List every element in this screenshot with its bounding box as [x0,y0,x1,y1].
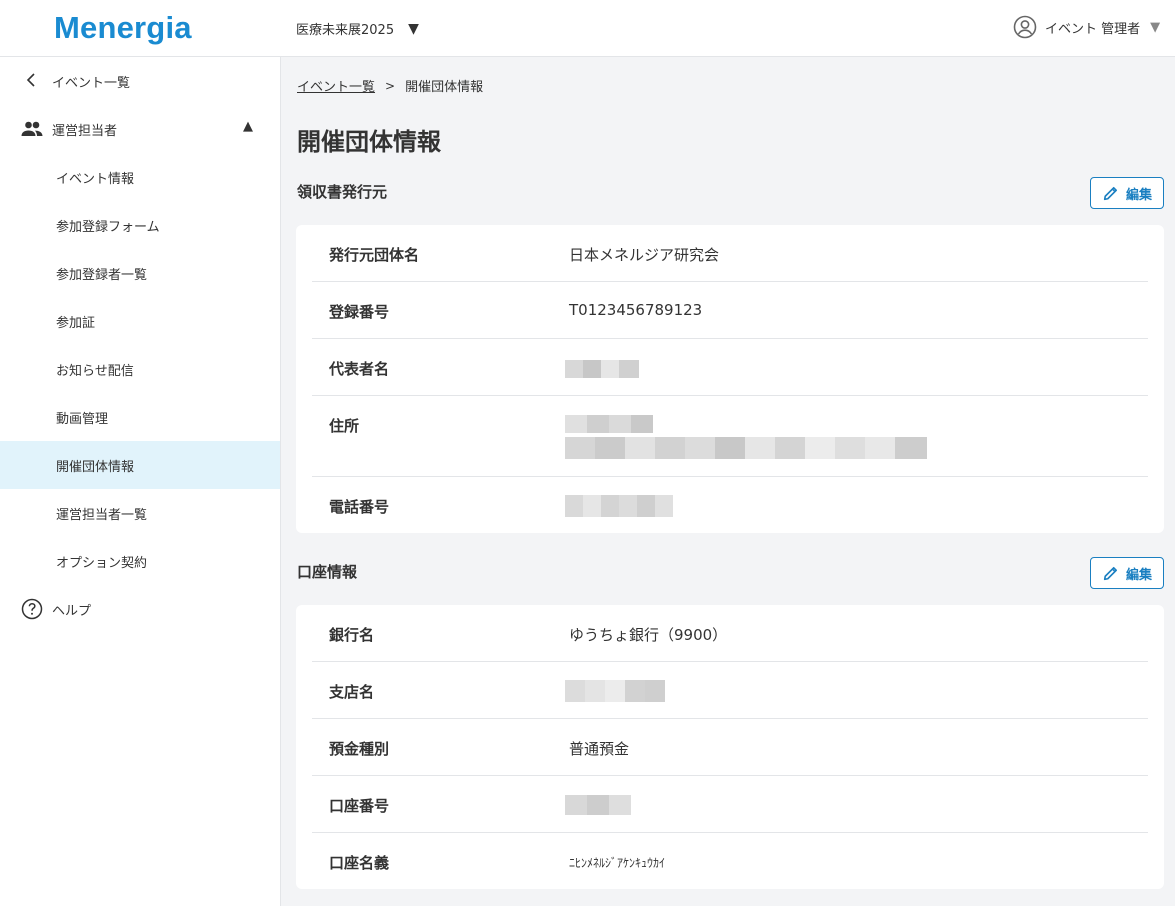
sidebar-item-label: イベント情報 [56,171,135,187]
info-row: 発行元団体名 日本メネルジア研究会 [312,225,1148,282]
row-key: 支店名 [329,683,375,701]
chevron-right-icon: > [385,78,396,93]
sidebar-item-label: 開催団体情報 [56,459,135,475]
account-card: 銀行名 ゆうちょ銀行（9900） 支店名 預金種別 普通預金 口座番号 口座名義… [296,605,1164,889]
page-title: 開催団体情報 [297,128,441,156]
section-title-account: 口座情報 [297,563,358,581]
redacted-value [565,437,927,459]
edit-account-button[interactable]: 編集 [1090,557,1164,589]
sidebar-item-label: 参加登録フォーム [56,219,160,235]
sidebar-item-notifications[interactable]: お知らせ配信 [0,345,280,393]
user-circle-icon [1013,15,1037,39]
sidebar-item-help[interactable]: ヘルプ [0,585,280,633]
info-row: 口座名義 ﾆﾋﾝﾒﾈﾙｼﾞｱｹﾝｷｭｳｶｲ [312,833,1148,889]
event-selector[interactable]: 医療未来展2025 ▼ [296,19,419,39]
sidebar-item-event-info[interactable]: イベント情報 [0,153,280,201]
sidebar-item-video[interactable]: 動画管理 [0,393,280,441]
row-key: 電話番号 [329,498,390,516]
sidebar-help-label: ヘルプ [52,604,92,619]
logo[interactable]: Menergia [54,10,192,46]
sidebar-back-link[interactable]: イベント一覧 [0,57,280,105]
sidebar-back-label: イベント一覧 [52,76,131,91]
row-key: 預金種別 [329,740,390,758]
row-value: ﾆﾋﾝﾒﾈﾙｼﾞｱｹﾝｷｭｳｶｲ [569,856,666,870]
breadcrumb-current: 開催団体情報 [405,80,484,95]
sidebar-item-label: 運営担当者一覧 [56,507,148,523]
sidebar-item-label: 動画管理 [56,411,109,427]
sidebar: イベント一覧 運営担当者 ▲ イベント情報 参加登録フォーム 参加登録者一覧 参… [0,57,281,906]
sidebar-group-operators[interactable]: 運営担当者 ▲ [0,105,280,153]
sidebar-item-registration-form[interactable]: 参加登録フォーム [0,201,280,249]
receipt-card: 発行元団体名 日本メネルジア研究会 登録番号 T0123456789123 代表… [296,225,1164,533]
info-row: 登録番号 T0123456789123 [312,282,1148,339]
section-title-receipt: 領収書発行元 [297,183,388,201]
sidebar-item-option-contract[interactable]: オプション契約 [0,537,280,585]
sidebar-item-registrant-list[interactable]: 参加登録者一覧 [0,249,280,297]
row-value: T0123456789123 [569,301,703,319]
info-row: 電話番号 [312,477,1148,533]
pencil-icon [1103,186,1118,201]
sidebar-item-label: オプション契約 [56,555,148,571]
breadcrumb-link-event-list[interactable]: イベント一覧 [297,76,375,95]
row-key: 住所 [329,417,360,435]
redacted-value [565,415,653,433]
info-row: 支店名 [312,662,1148,719]
pencil-icon [1103,566,1118,581]
row-key: 口座番号 [329,797,390,815]
caret-down-icon: ▼ [1150,19,1161,35]
sidebar-item-label: 参加登録者一覧 [56,267,148,283]
chevron-left-icon [26,73,35,87]
app-header: Menergia 医療未来展2025 ▼ イベント 管理者 ▼ [0,0,1175,57]
sidebar-item-badge[interactable]: 参加証 [0,297,280,345]
sidebar-group-label: 運営担当者 [52,124,118,139]
row-key: 発行元団体名 [329,246,420,264]
redacted-value [565,680,665,702]
edit-receipt-button[interactable]: 編集 [1090,177,1164,209]
row-key: 口座名義 [329,854,390,872]
user-name: イベント 管理者 [1045,21,1141,37]
redacted-value [565,495,673,517]
redacted-value [565,360,639,378]
row-value: 日本メネルジア研究会 [569,246,720,264]
help-circle-icon [21,598,43,620]
sidebar-item-operator-list[interactable]: 運営担当者一覧 [0,489,280,537]
row-key: 銀行名 [329,626,375,644]
people-icon [21,121,43,136]
sidebar-item-label: お知らせ配信 [56,363,134,379]
event-selector-label: 医療未来展2025 [296,23,395,38]
row-value: 普通預金 [569,740,630,758]
info-row: 代表者名 [312,339,1148,396]
sidebar-item-organizer-info[interactable]: 開催団体情報 [0,441,280,489]
user-menu[interactable]: イベント 管理者 ▼ [1013,15,1160,39]
info-row: 住所 [312,396,1148,477]
edit-label: 編集 [1125,187,1152,203]
info-row: 口座番号 [312,776,1148,833]
info-row: 銀行名 ゆうちょ銀行（9900） [312,605,1148,662]
caret-down-icon: ▼ [408,20,419,37]
edit-label: 編集 [1125,567,1152,583]
row-value: ゆうちょ銀行（9900） [569,626,728,644]
redacted-value [565,795,631,815]
caret-up-icon: ▲ [243,119,253,134]
row-key: 登録番号 [329,303,390,321]
breadcrumb: イベント一覧 > 開催団体情報 [297,76,484,96]
info-row: 預金種別 普通預金 [312,719,1148,776]
row-key: 代表者名 [329,360,390,378]
sidebar-item-label: 参加証 [56,315,96,331]
